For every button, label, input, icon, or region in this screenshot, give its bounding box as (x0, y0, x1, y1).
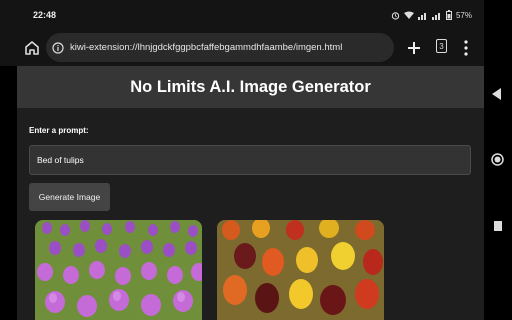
status-icons: 57% (391, 10, 472, 20)
purple-tulips-art (35, 220, 202, 320)
web-page: No Limits A.I. Image Generator Enter a p… (0, 66, 484, 320)
page-header: No Limits A.I. Image Generator (17, 66, 484, 108)
battery-icon (445, 10, 452, 20)
signal-icon-2 (431, 12, 440, 20)
wifi-icon (403, 11, 414, 19)
new-tab-icon[interactable] (405, 39, 423, 57)
battery-percent: 57% (455, 10, 472, 20)
generate-image-label: Generate Image (38, 192, 101, 202)
red-yellow-tulips-image[interactable] (217, 220, 384, 320)
recent-apps-icon[interactable] (494, 221, 502, 231)
generate-image-button[interactable]: Generate Image (29, 183, 110, 211)
status-time: 22:48 (33, 10, 57, 20)
page-title: No Limits A.I. Image Generator (130, 77, 371, 96)
prompt-input-value: Bed of tulips (37, 155, 84, 165)
alarm-icon (391, 11, 400, 20)
home-icon[interactable] (22, 38, 42, 58)
android-nav-bar (484, 0, 512, 320)
browser-toolbar: kiwi-extension://lhnjgdckfggpbcfaffebgam… (0, 30, 484, 66)
prompt-label: Enter a prompt: (29, 126, 89, 135)
tab-switcher-button[interactable]: 3 (436, 39, 447, 53)
signal-icon (417, 12, 426, 20)
info-icon[interactable] (52, 41, 64, 54)
url-text: kiwi-extension://lhnjgdckfggpbcfaffebgam… (70, 42, 343, 53)
prompt-input[interactable]: Bed of tulips (29, 145, 471, 175)
tab-count: 3 (439, 41, 444, 51)
page-container: No Limits A.I. Image Generator Enter a p… (17, 66, 484, 320)
purple-tulips-image[interactable] (35, 220, 202, 320)
menu-dots-icon[interactable] (463, 39, 469, 57)
home-nav-icon[interactable] (491, 153, 504, 166)
red-yellow-tulips-art (217, 220, 384, 320)
back-icon[interactable] (492, 88, 502, 100)
address-bar[interactable]: kiwi-extension://lhnjgdckfggpbcfaffebgam… (46, 33, 394, 62)
status-bar: 22:48 57% (0, 0, 484, 30)
